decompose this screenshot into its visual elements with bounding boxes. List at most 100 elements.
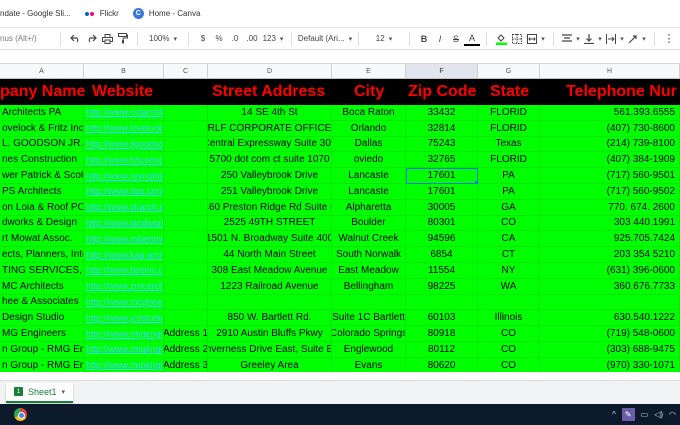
cell-zip-code[interactable]: 33432 xyxy=(406,105,478,121)
cell-street-address[interactable]: Central Expressway Suite 300 xyxy=(208,136,332,153)
bold-button[interactable]: B xyxy=(416,30,432,48)
bookmark-canva[interactable]: C Home - Canva xyxy=(132,8,200,19)
column-header-g[interactable]: G xyxy=(478,64,540,79)
cell-telephone[interactable]: (719) 548-0600 xyxy=(540,326,680,342)
cell-address-label[interactable] xyxy=(164,278,208,295)
decrease-decimal-button[interactable]: .0 xyxy=(227,30,243,48)
cell-telephone[interactable]: (303) 688-9475 xyxy=(540,342,680,358)
cell-company-name[interactable]: TING SERVICES, INC. xyxy=(0,263,84,279)
cell-telephone[interactable]: (717) 560-9501 xyxy=(540,168,680,184)
cell-street-address[interactable]: 251 Valleybrook Drive xyxy=(208,184,332,200)
cell-state[interactable]: GA xyxy=(478,199,540,216)
cell-city[interactable]: Lancaste xyxy=(332,184,406,200)
cell-zip-code[interactable]: 80301 xyxy=(406,215,478,232)
cell-city[interactable]: Orlando xyxy=(332,120,406,137)
cell-state[interactable] xyxy=(478,294,540,311)
cell-company-name[interactable]: nes Construction xyxy=(0,152,84,169)
cell-website-link[interactable]: http://www.zmcarchitects.com xyxy=(84,278,164,295)
cell-street-address[interactable]: 2910 Austin Bluffs Pkwy xyxy=(208,326,332,342)
cell-city[interactable]: oviedo xyxy=(332,152,406,169)
menu-search-input[interactable]: nus (Alt+/) xyxy=(0,30,54,48)
cell-street-address[interactable]: nverness Drive East, Suite E xyxy=(208,342,332,358)
cell-website-link[interactable]: http://www.vlrarch.com xyxy=(84,199,164,216)
cell-website-link[interactable]: http://www.jcdstudio.com xyxy=(84,310,164,327)
cell-address-label[interactable] xyxy=(164,247,208,263)
cell-state[interactable]: FLORID xyxy=(478,105,540,121)
pen-icon[interactable]: ✎ xyxy=(621,408,635,421)
cell-website-link[interactable]: http://www.kaa-arch.com xyxy=(84,247,164,263)
cell-address-label[interactable] xyxy=(164,184,208,200)
empty-grid-area[interactable] xyxy=(0,372,680,380)
header-telephone-number[interactable]: Telephone Nur xyxy=(566,79,680,105)
cell-telephone[interactable]: 303 440.1991 xyxy=(540,215,680,232)
chrome-icon[interactable] xyxy=(14,408,27,421)
wifi-icon[interactable]: ◠ xyxy=(669,410,676,419)
cell-address-label[interactable] xyxy=(164,294,208,311)
cell-address-label[interactable] xyxy=(164,136,208,153)
cell-website-link[interactable]: http://www.lovelockfritz.com xyxy=(84,120,164,137)
cell-city[interactable]: Lancaste xyxy=(332,168,406,184)
cell-street-address[interactable]: 44 North Main Street xyxy=(208,247,332,263)
number-format-select[interactable]: 123 xyxy=(261,30,285,48)
text-color-button[interactable]: A xyxy=(464,32,480,46)
cell-city[interactable]: South Norwalk xyxy=(332,247,406,263)
cell-city[interactable]: Bellingham xyxy=(332,278,406,295)
cell-website-link[interactable]: http://www.rmgengineers.com xyxy=(84,342,164,358)
cell-company-name[interactable]: L. GOODSON JR., INC xyxy=(0,136,84,153)
cell-address-label[interactable] xyxy=(164,199,208,216)
bookmark-flickr[interactable]: Flickr xyxy=(84,9,119,18)
formula-bar[interactable] xyxy=(0,50,680,64)
horizontal-align-icon[interactable] xyxy=(560,30,582,48)
bookmark-google-slides[interactable]: ndate - Google Sli... xyxy=(0,9,71,18)
cell-company-name[interactable]: MG Engineers xyxy=(0,326,84,342)
cell-city[interactable]: East Meadow xyxy=(332,263,406,279)
cell-street-address[interactable]: 1223 Railroad Avenue xyxy=(208,278,332,295)
battery-icon[interactable]: ▭ xyxy=(641,410,649,419)
cell-company-name[interactable]: dworks & Design xyxy=(0,215,84,232)
column-header-a[interactable]: A xyxy=(0,64,84,79)
cell-street-address[interactable]: 250 Valleybrook Drive xyxy=(208,168,332,184)
cell-company-name[interactable]: wer Patrick & Scott xyxy=(0,168,84,184)
cell-telephone[interactable]: (214) 739-8100 xyxy=(540,136,680,153)
cell-telephone[interactable]: 360.676.7733 xyxy=(540,278,680,295)
cell-website-link[interactable]: http://www.rmgengineers.com xyxy=(84,326,164,342)
text-rotation-icon[interactable] xyxy=(626,30,648,48)
zoom-select[interactable]: 100% xyxy=(144,30,182,48)
cell-website-link[interactable]: http://www.mcgheeassoc.com xyxy=(84,294,164,311)
cell-telephone[interactable]: (717) 560-9502 xyxy=(540,184,680,200)
cell-company-name[interactable]: Design Studio xyxy=(0,310,84,327)
cell-website-link[interactable]: http://www.hhconst.com xyxy=(84,152,164,169)
cell-telephone[interactable]: 770. 674. 2600 xyxy=(540,199,680,216)
cell-address-label[interactable] xyxy=(164,263,208,279)
cell-state[interactable]: Illinois xyxy=(478,310,540,327)
cell-telephone[interactable]: (407) 730-8600 xyxy=(540,120,680,137)
cell-city[interactable]: Englewood xyxy=(332,342,406,358)
sheet-tab-sheet1[interactable]: 1 Sheet1 ▾ xyxy=(6,382,74,403)
header-website[interactable]: Website xyxy=(92,79,164,105)
cell-zip-code[interactable]: 30005 xyxy=(406,199,478,216)
cell-street-address[interactable]: 1501 N. Broadway Suite 400 xyxy=(208,231,332,248)
percent-button[interactable]: % xyxy=(211,30,227,48)
cell-website-link[interactable]: http://www.rlps.com xyxy=(84,184,164,200)
cell-telephone[interactable]: 630.540.1222 xyxy=(540,310,680,327)
cell-zip-code[interactable]: 32765 xyxy=(406,152,478,169)
cell-telephone[interactable] xyxy=(540,294,680,311)
cell-state[interactable]: CT xyxy=(478,247,540,263)
cell-company-name[interactable]: PS Architects xyxy=(0,184,84,200)
cell-city[interactable]: Boca Raton xyxy=(332,105,406,121)
cell-telephone[interactable]: 561.393.6555 xyxy=(540,105,680,121)
cell-street-address[interactable]: 3460 Preston Ridge Rd Suite #2 xyxy=(208,199,332,216)
cell-city[interactable]: Boulder xyxy=(332,215,406,232)
header-city[interactable]: City xyxy=(354,79,406,105)
font-select[interactable]: Default (Ari... xyxy=(298,30,352,48)
cell-website-link[interactable]: http://www.reynoldsarch.com xyxy=(84,168,164,184)
cell-zip-code[interactable]: 11554 xyxy=(406,263,478,279)
strikethrough-button[interactable]: S xyxy=(448,30,464,48)
cell-street-address[interactable]: 2525 49TH STREET xyxy=(208,215,332,232)
cell-state[interactable]: PA xyxy=(478,184,540,200)
undo-icon[interactable] xyxy=(67,30,83,48)
cell-zip-code[interactable]: 60103 xyxy=(406,310,478,327)
borders-icon[interactable] xyxy=(509,30,525,48)
cell-address-label[interactable] xyxy=(164,231,208,248)
volume-icon[interactable]: ◁) xyxy=(654,410,663,419)
